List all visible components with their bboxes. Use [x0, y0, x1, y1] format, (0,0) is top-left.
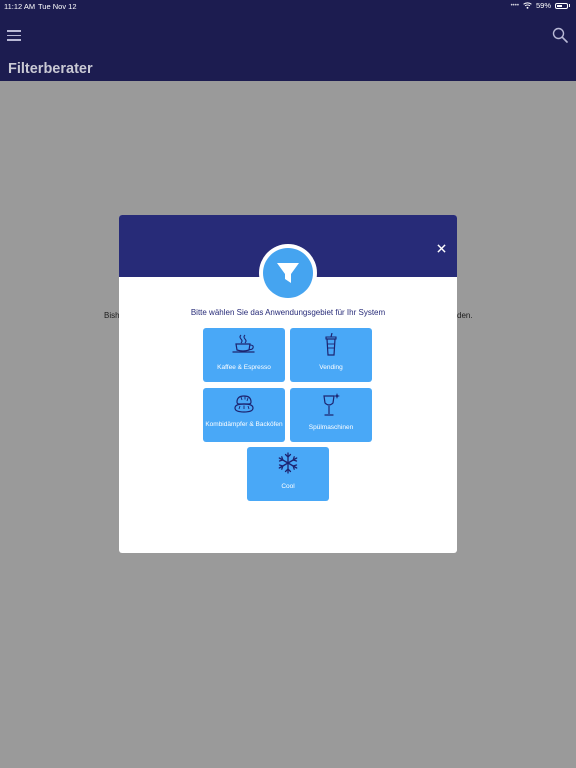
- status-indicators: •••• 59%: [511, 1, 570, 10]
- modal-prompt: Bitte wählen Sie das Anwendungsgebiet fü…: [190, 308, 386, 317]
- tile-label: Kombidämpfer & Backöfen: [205, 421, 283, 428]
- tile-spuelmaschinen[interactable]: Spülmaschinen: [290, 388, 372, 442]
- application-selector-modal: Bitte wählen Sie das Anwendungsgebiet fü…: [119, 215, 457, 553]
- battery-percent: 59%: [535, 1, 551, 10]
- background-text-right: den.: [457, 311, 473, 320]
- status-time: 11:12 AM: [4, 2, 36, 11]
- status-bar: 11:12 AM Tue Nov 12 •••• 59%: [0, 0, 576, 13]
- filter-badge: [259, 244, 317, 302]
- drink-cup-icon: [325, 333, 337, 356]
- navigation-bar: Filterberater: [0, 13, 576, 81]
- tile-vending[interactable]: Vending: [290, 328, 372, 382]
- filter-funnel-icon: [277, 263, 299, 283]
- search-icon[interactable]: [552, 27, 568, 43]
- background-text-left: Bish: [104, 311, 120, 320]
- tile-kaffee-espresso[interactable]: Kaffee & Espresso: [203, 328, 285, 382]
- close-icon[interactable]: [435, 243, 447, 255]
- signal-dots-icon: ••••: [510, 2, 519, 9]
- page-title: Filterberater: [8, 61, 93, 77]
- tile-label: Spülmaschinen: [308, 424, 354, 431]
- battery-icon: [555, 2, 568, 9]
- tile-label: Cool: [281, 483, 295, 490]
- coffee-cup-icon: [232, 334, 255, 353]
- tile-label: Kaffee & Espresso: [217, 364, 271, 371]
- snowflake-icon: [278, 452, 298, 474]
- tile-cool[interactable]: Cool: [247, 447, 329, 501]
- status-date: Tue Nov 12: [38, 2, 77, 11]
- tile-kombidaempfer-backoefen[interactable]: Kombidämpfer & Backöfen: [203, 388, 285, 442]
- tile-label: Vending: [319, 364, 343, 371]
- bread-icon: [234, 395, 254, 413]
- wifi-icon: [523, 2, 532, 9]
- hamburger-menu-icon[interactable]: [7, 30, 21, 42]
- sparkling-glass-icon: [323, 393, 340, 416]
